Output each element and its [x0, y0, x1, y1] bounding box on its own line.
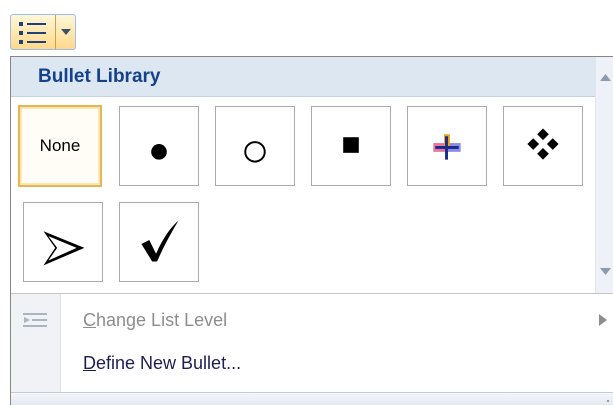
arrowhead-bullet-icon: [43, 231, 85, 266]
resize-grip-icon: [607, 400, 609, 402]
change-list-level-accelerator: C: [83, 309, 96, 330]
define-new-bullet-label: Define New Bullet...: [83, 353, 241, 374]
list-level-icon: [23, 313, 47, 327]
bullet-option-checkmark[interactable]: [119, 202, 199, 282]
gallery-menu-divider: [11, 293, 613, 294]
bullet-option-filled-square[interactable]: [311, 106, 391, 186]
resize-bar[interactable]: [11, 392, 613, 405]
define-new-bullet-text: efine New Bullet...: [96, 352, 242, 373]
gallery-scrollbar[interactable]: [595, 57, 613, 293]
change-list-level-text: hange List Level: [96, 309, 228, 330]
define-new-bullet-item[interactable]: Define New Bullet...: [11, 343, 613, 383]
bullets-dropdown-panel: Bullet Library None Change List Level De…: [10, 56, 613, 405]
define-new-bullet-accelerator: D: [83, 352, 96, 373]
change-list-level-label: Change List Level: [83, 310, 227, 331]
bullet-option-filled-circle[interactable]: [119, 106, 199, 186]
bullets-button-main[interactable]: [11, 15, 56, 49]
checkmark-bullet-icon: [141, 220, 179, 262]
scroll-up-icon: [600, 73, 611, 81]
chevron-down-icon: [60, 29, 71, 35]
bullets-split-button[interactable]: [10, 14, 76, 50]
four-diamonds-bullet-icon: [527, 128, 559, 160]
scroll-down-button[interactable]: [599, 265, 612, 277]
bullet-option-arrowhead[interactable]: [23, 202, 103, 282]
bullets-dropdown-screen: Bullet Library None Change List Level De…: [0, 0, 613, 405]
bullet-option-cross[interactable]: [407, 106, 487, 186]
bullet-list-icon: [19, 22, 46, 44]
scroll-down-icon: [600, 267, 611, 275]
filled-square-bullet-icon: [343, 137, 359, 153]
bullet-option-diamonds[interactable]: [503, 106, 583, 186]
bullet-option-none-label: None: [39, 136, 81, 155]
bullet-option-hollow-circle[interactable]: [215, 106, 295, 186]
filled-circle-bullet-icon: [151, 144, 167, 160]
change-list-level-item[interactable]: Change List Level: [11, 300, 613, 340]
hollow-circle-bullet-icon: [244, 141, 266, 163]
bullets-dropdown-arrow[interactable]: [56, 15, 75, 49]
scroll-up-button[interactable]: [599, 71, 612, 83]
bullet-option-none[interactable]: None: [18, 105, 102, 187]
gallery-header: Bullet Library: [11, 57, 595, 97]
submenu-arrow-icon: [599, 314, 607, 326]
crosshair-bullet-icon: [433, 134, 461, 160]
